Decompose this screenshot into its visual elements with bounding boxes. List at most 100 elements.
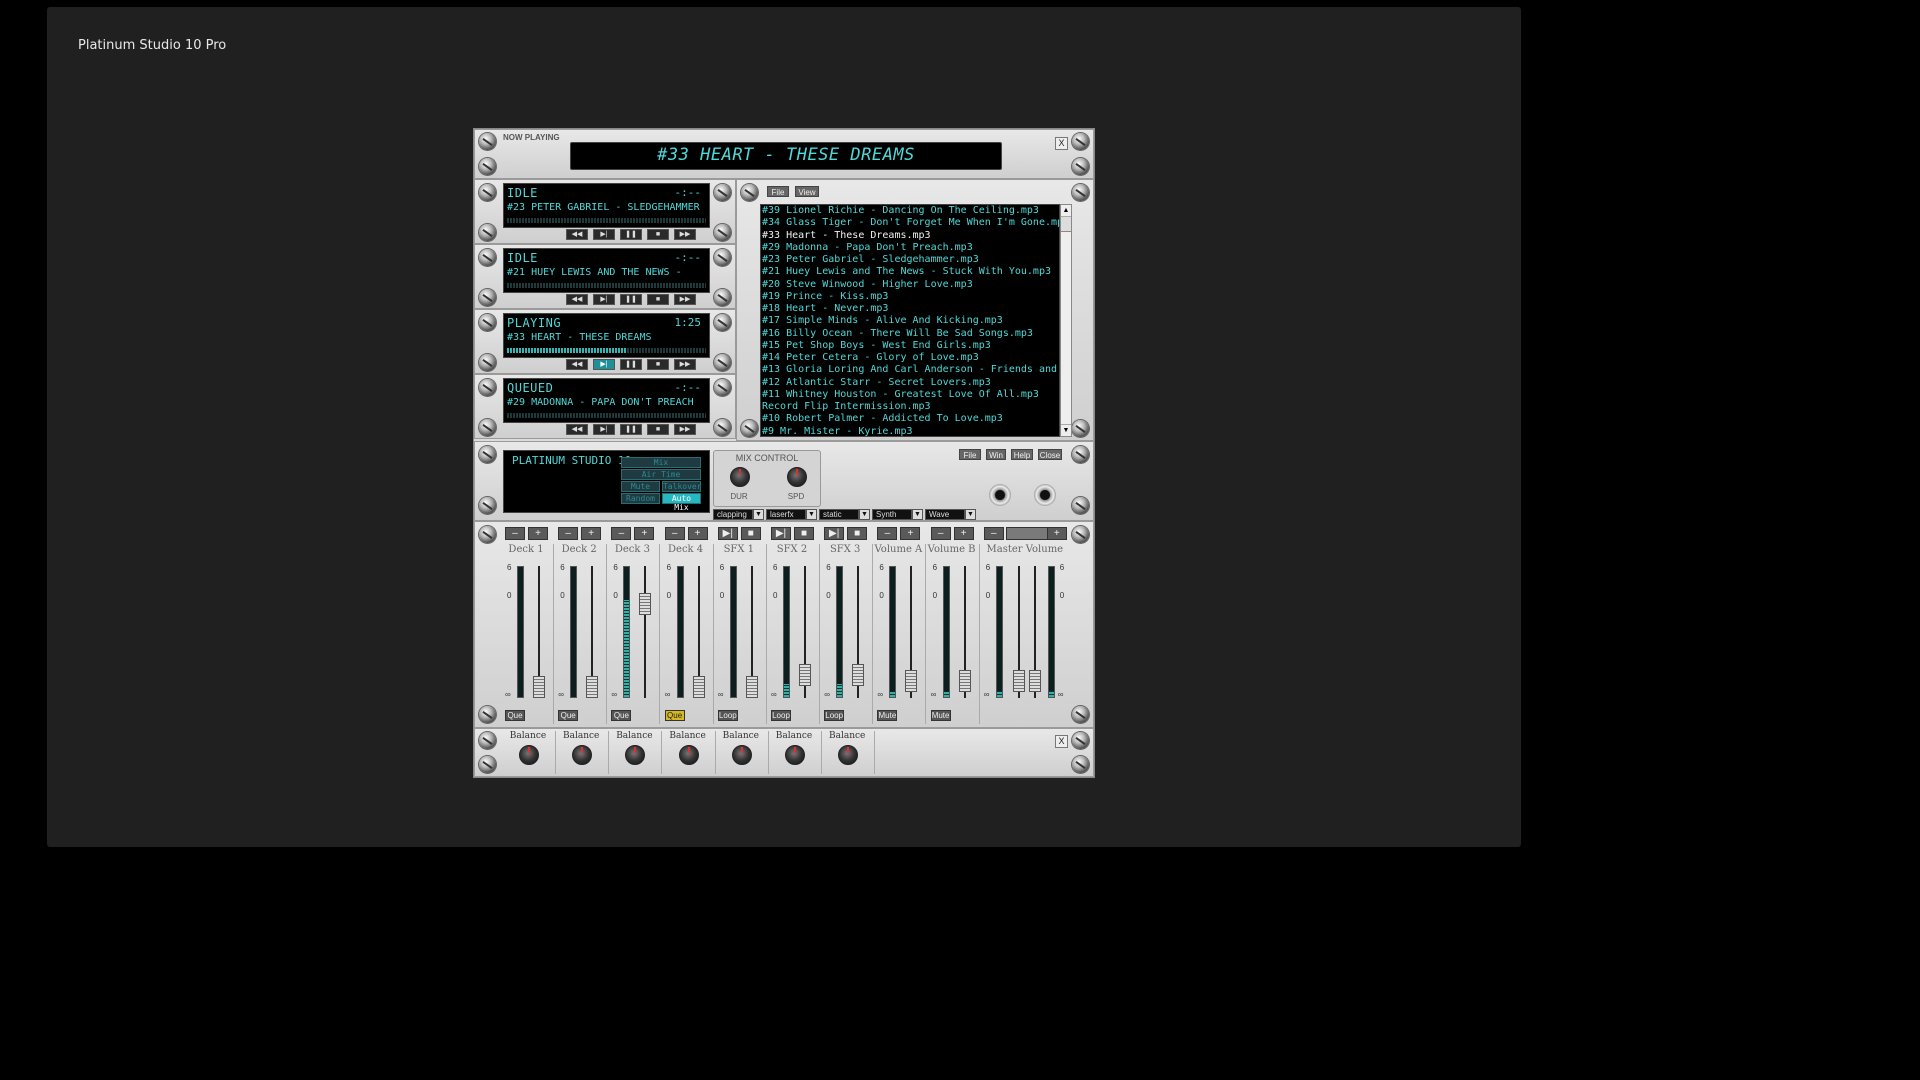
control-close-menu[interactable]: Close xyxy=(1038,449,1062,460)
plus-button[interactable]: + xyxy=(953,527,974,540)
deck-cue-button[interactable]: ▶| xyxy=(593,359,615,370)
play-cue-icon[interactable]: ▶| xyxy=(771,527,791,540)
playlist-file-menu[interactable]: File xyxy=(767,186,789,197)
plus-button[interactable]: + xyxy=(528,527,548,540)
effect-static-select[interactable]: static xyxy=(819,509,859,520)
deck-stop-button[interactable]: ■ xyxy=(647,229,669,240)
playlist-item[interactable]: #19 Prince - Kiss.mp3 xyxy=(762,291,1059,303)
playlist-item[interactable]: Record Flip Intermission.mp3 xyxy=(762,401,1059,413)
channel-que-button[interactable]: Que xyxy=(558,710,579,721)
playlist-item[interactable]: #34 Glass Tiger - Don't Forget Me When I… xyxy=(762,217,1059,229)
minus-button[interactable]: – xyxy=(930,527,951,540)
mode-air-time-button[interactable]: Air Time xyxy=(621,469,701,480)
channel-loop-button[interactable]: Loop xyxy=(824,710,845,721)
control-file-menu[interactable]: File xyxy=(959,449,981,460)
playlist-item[interactable]: #16 Billy Ocean - There Will Be Sad Song… xyxy=(762,328,1059,340)
playlist-item[interactable]: #14 Peter Cetera - Glory of Love.mp3 xyxy=(762,352,1059,364)
playlist-list[interactable]: #39 Lionel Richie - Dancing On The Ceili… xyxy=(760,204,1060,437)
mode-talkover-button[interactable]: Talkover xyxy=(662,481,702,492)
mode-mute-button[interactable]: Mute xyxy=(621,481,660,492)
fader-thumb[interactable] xyxy=(958,669,971,692)
minus-button[interactable]: – xyxy=(505,527,525,540)
channel-que-button[interactable]: Que xyxy=(611,710,632,721)
deck-rewind-button[interactable]: ◀◀ xyxy=(566,229,588,240)
deck-cue-button[interactable]: ▶| xyxy=(593,424,615,435)
balance-knob[interactable] xyxy=(519,745,539,765)
mode-mix-button[interactable]: Mix xyxy=(621,457,701,468)
plus-button[interactable]: + xyxy=(581,527,602,540)
deck-rewind-button[interactable]: ◀◀ xyxy=(566,424,588,435)
now-playing-close-button[interactable]: X xyxy=(1055,137,1068,150)
dur-knob[interactable] xyxy=(730,467,750,487)
playlist-scrollbar[interactable]: ▲ ▼ xyxy=(1060,204,1072,437)
effect-clapping-select[interactable]: clapping xyxy=(713,509,753,520)
channel-mute-button[interactable]: Mute xyxy=(930,710,951,721)
deck-pause-button[interactable]: ❚❚ xyxy=(620,294,642,305)
deck-rewind-button[interactable]: ◀◀ xyxy=(566,294,588,305)
deck-stop-button[interactable]: ■ xyxy=(647,294,669,305)
deck-cue-button[interactable]: ▶| xyxy=(593,229,615,240)
playlist-item[interactable]: #13 Gloria Loring And Carl Anderson - Fr… xyxy=(762,364,1059,376)
mode-auto-mix-button[interactable]: Auto Mix xyxy=(662,493,701,512)
playlist-item[interactable]: #12 Atlantic Starr - Secret Lovers.mp3 xyxy=(762,377,1059,389)
effect-synth-select[interactable]: Synth xyxy=(872,509,912,520)
fader-thumb[interactable] xyxy=(639,592,652,615)
minus-button[interactable]: – xyxy=(877,527,898,540)
play-cue-icon[interactable]: ▶| xyxy=(824,527,845,540)
minus-button[interactable]: – xyxy=(664,527,685,540)
channel-loop-button[interactable]: Loop xyxy=(771,710,791,721)
balance-knob[interactable] xyxy=(678,745,699,765)
playlist-item[interactable]: #39 Lionel Richie - Dancing On The Ceili… xyxy=(762,205,1059,217)
playlist-item[interactable]: #15 Pet Shop Boys - West End Girls.mp3 xyxy=(762,340,1059,352)
deck-stop-button[interactable]: ■ xyxy=(647,359,669,370)
control-win-menu[interactable]: Win xyxy=(986,449,1006,460)
channel-mute-button[interactable]: Mute xyxy=(877,710,898,721)
chevron-down-icon[interactable]: ▼ xyxy=(806,509,817,520)
balance-knob[interactable] xyxy=(731,745,752,765)
plus-button[interactable]: + xyxy=(687,527,708,540)
playlist-item[interactable]: #17 Simple Minds - Alive And Kicking.mp3 xyxy=(762,315,1059,327)
minus-button[interactable]: – xyxy=(558,527,579,540)
channel-loop-button[interactable]: Loop xyxy=(717,710,738,721)
deck-cue-button[interactable]: ▶| xyxy=(593,294,615,305)
chevron-down-icon[interactable]: ▼ xyxy=(912,509,923,520)
fader-thumb[interactable] xyxy=(692,676,705,698)
playlist-item[interactable]: #11 Whitney Houston - Greatest Love Of A… xyxy=(762,389,1059,401)
master-fader-right-thumb[interactable] xyxy=(1028,669,1041,692)
fader-thumb[interactable] xyxy=(799,663,811,686)
playlist-item[interactable]: #21 Huey Lewis and The News - Stuck With… xyxy=(762,266,1059,278)
deck-pause-button[interactable]: ❚❚ xyxy=(620,359,642,370)
playlist-view-menu[interactable]: View xyxy=(795,186,819,197)
playlist-item[interactable]: #18 Heart - Never.mp3 xyxy=(762,303,1059,315)
plus-button[interactable]: + xyxy=(634,527,655,540)
channel-que-button[interactable]: Que xyxy=(664,710,685,721)
play-cue-icon[interactable]: ▶| xyxy=(717,527,738,540)
stop-icon[interactable]: ■ xyxy=(794,527,814,540)
fader-thumb[interactable] xyxy=(745,676,758,698)
deck-ffwd-button[interactable]: ▶▶ xyxy=(674,424,696,435)
master-plus-button[interactable]: + xyxy=(1046,527,1067,540)
master-minus-button[interactable]: – xyxy=(983,527,1004,540)
balance-close-button[interactable]: X xyxy=(1055,735,1068,748)
balance-knob[interactable] xyxy=(572,745,593,765)
minus-button[interactable]: – xyxy=(611,527,632,540)
balance-knob[interactable] xyxy=(785,745,805,765)
balance-knob[interactable] xyxy=(838,745,859,765)
fader-thumb[interactable] xyxy=(852,663,865,686)
control-help-menu[interactable]: Help xyxy=(1011,449,1033,460)
balance-knob[interactable] xyxy=(625,745,646,765)
chevron-down-icon[interactable]: ▼ xyxy=(753,509,764,520)
stop-icon[interactable]: ■ xyxy=(740,527,761,540)
deck-ffwd-button[interactable]: ▶▶ xyxy=(674,359,696,370)
mode-random-button[interactable]: Random xyxy=(621,493,660,504)
fader-thumb[interactable] xyxy=(586,676,599,698)
playlist-item[interactable]: #10 Robert Palmer - Addicted To Love.mp3 xyxy=(762,413,1059,425)
chevron-down-icon[interactable]: ▼ xyxy=(859,509,870,520)
playlist-item[interactable]: #33 Heart - These Dreams.mp3 xyxy=(762,230,1059,242)
stop-icon[interactable]: ■ xyxy=(847,527,868,540)
deck-ffwd-button[interactable]: ▶▶ xyxy=(674,294,696,305)
playlist-item[interactable]: #23 Peter Gabriel - Sledgehammer.mp3 xyxy=(762,254,1059,266)
scroll-thumb[interactable] xyxy=(1061,217,1071,232)
master-fader-left-thumb[interactable] xyxy=(1012,669,1025,692)
deck-ffwd-button[interactable]: ▶▶ xyxy=(674,229,696,240)
